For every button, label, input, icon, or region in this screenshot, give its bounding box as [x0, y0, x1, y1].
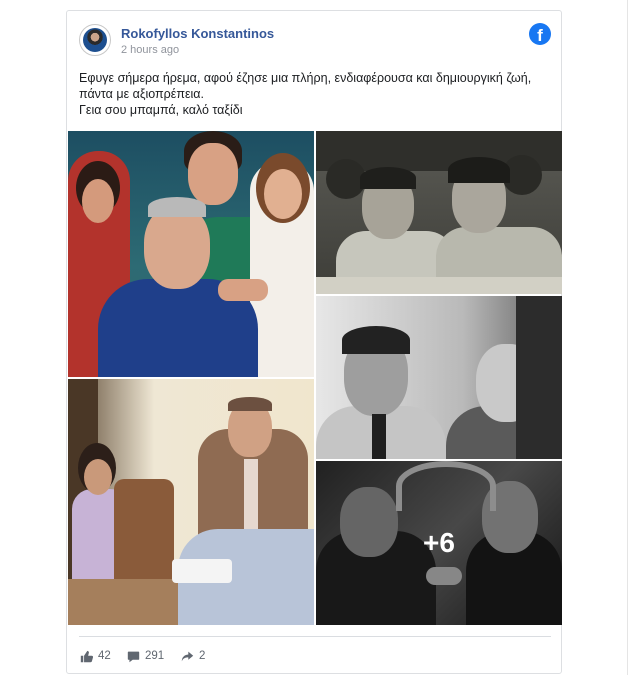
share-count[interactable]: 2: [181, 648, 205, 664]
share-icon: [181, 651, 194, 661]
comment-count-value: 291: [145, 650, 165, 662]
like-count[interactable]: 42: [80, 648, 111, 664]
photo-family-portrait[interactable]: [68, 131, 314, 377]
photo-students-bw[interactable]: [316, 131, 562, 294]
post-text-line: πάντα με αξιοπρέπεια.: [79, 87, 204, 101]
post-timestamp[interactable]: 2 hours ago: [121, 44, 179, 56]
author-name[interactable]: Rokofyllos Konstantinos: [121, 26, 274, 41]
photo-two-men-bw[interactable]: [316, 296, 562, 459]
post-text: Εφυγε σήμερα ήρεμα, αφού έζησε μια πλήρη…: [79, 70, 549, 118]
post-text-line: Γεια σου μπαμπά, καλό ταξίδι: [79, 103, 243, 117]
comment-icon: [127, 651, 140, 662]
post-text-line: Εφυγε σήμερα ήρεμα, αφού έζησε μια πλήρη…: [79, 71, 532, 85]
facebook-post-card: Rokofyllos Konstantinos 2 hours ago f Εφ…: [66, 10, 562, 674]
comment-count[interactable]: 291: [127, 648, 164, 664]
share-count-value: 2: [199, 650, 206, 662]
photo-handshake-bw[interactable]: +6: [316, 461, 562, 625]
page-edge-divider: [627, 0, 628, 675]
thumbs-up-icon: [80, 650, 93, 662]
like-count-value: 42: [98, 650, 111, 662]
facebook-icon[interactable]: f: [529, 23, 551, 45]
author-avatar[interactable]: [79, 24, 111, 56]
more-photos-overlay[interactable]: +6: [316, 461, 562, 625]
stats-divider: [79, 636, 551, 637]
photo-living-room[interactable]: [68, 379, 314, 625]
